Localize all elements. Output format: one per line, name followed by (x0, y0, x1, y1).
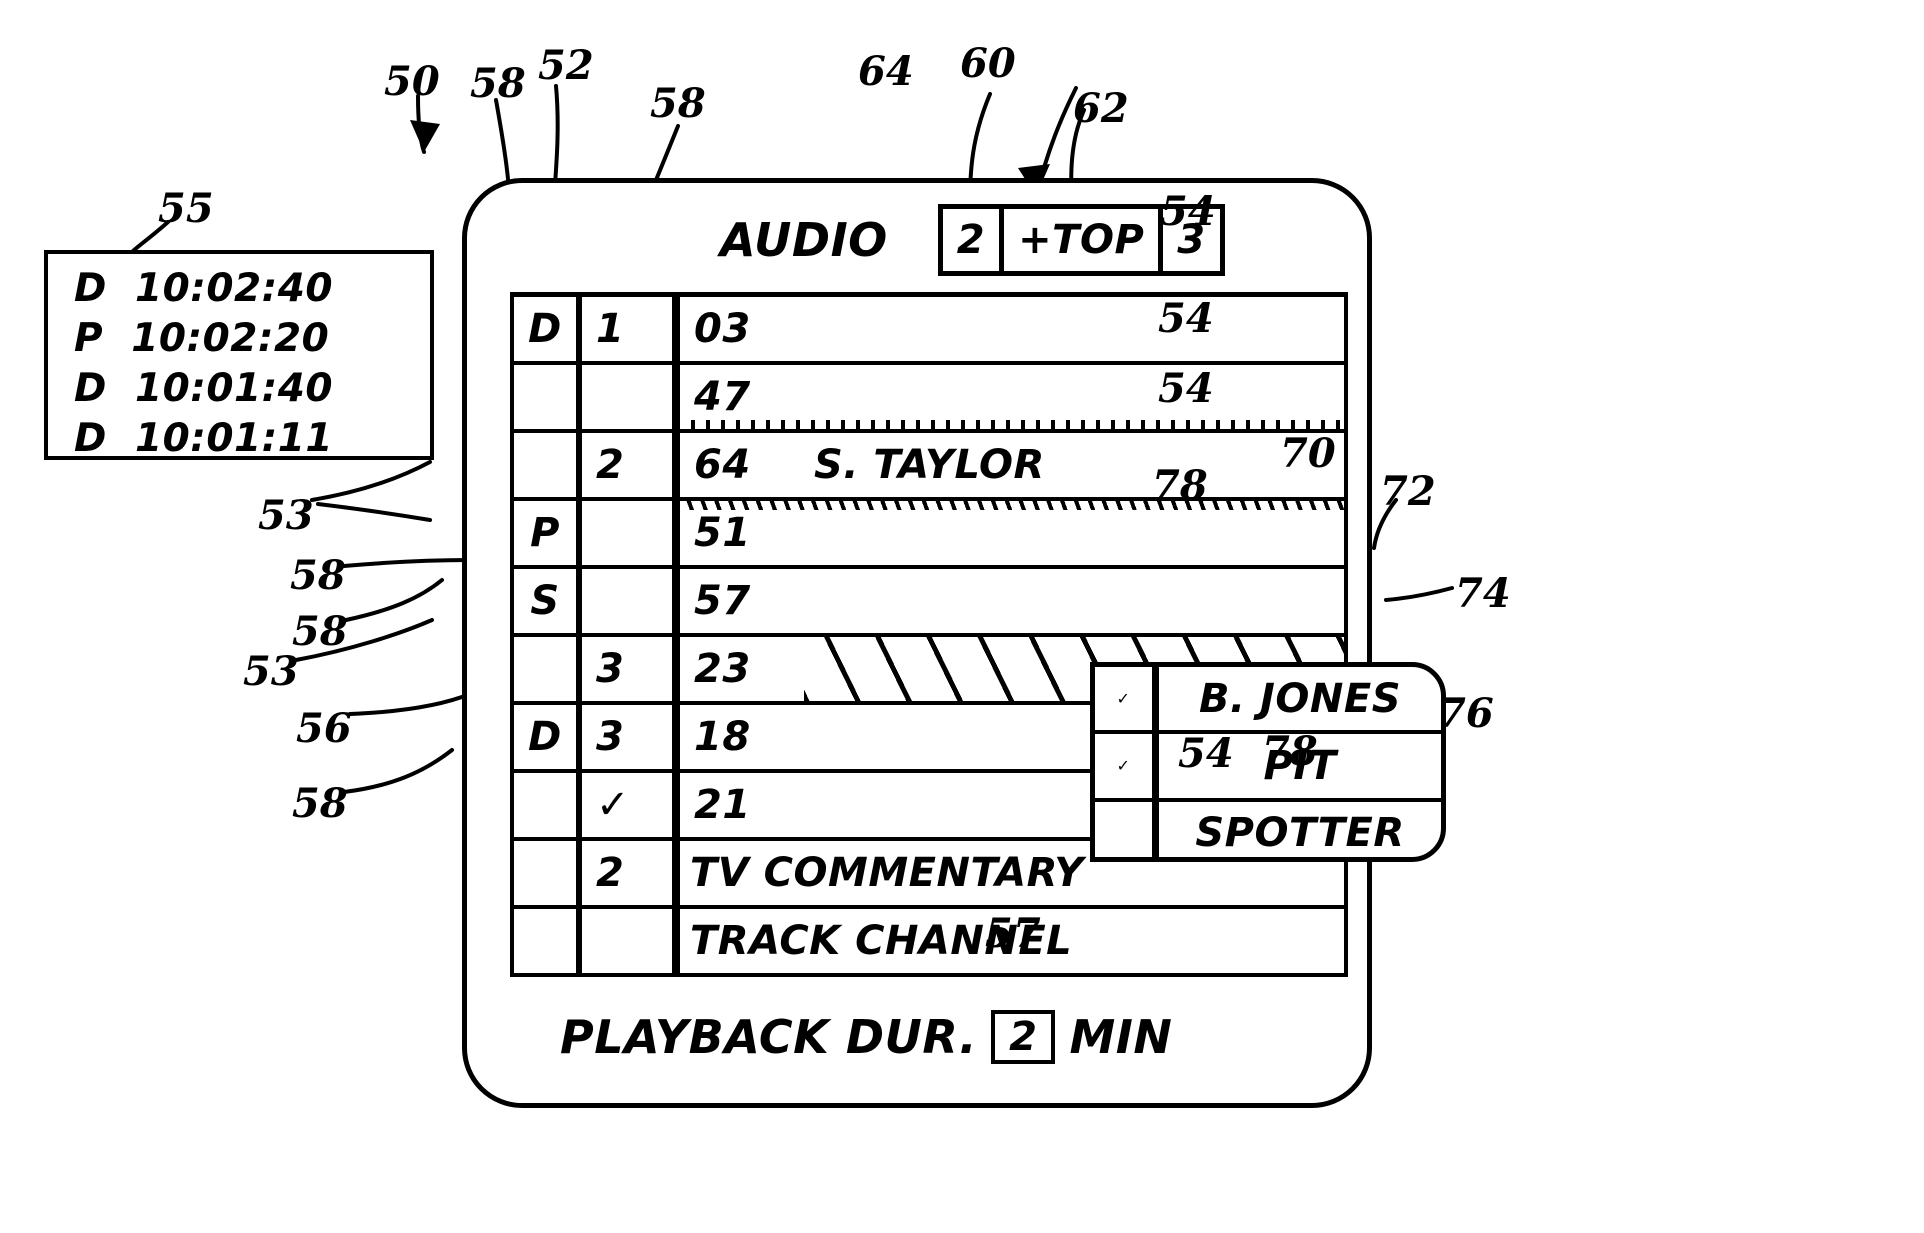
row-channel[interactable]: 57 (680, 569, 804, 633)
reference-numeral-53: 53 (258, 492, 314, 539)
reference-numeral-54: 54 (1178, 730, 1234, 777)
counter-top-label[interactable]: +TOP (999, 209, 1158, 271)
timestamp-log-box: D 10:02:40 P 10:02:20 D 10:01:40 D 10:01… (44, 250, 434, 461)
blink-highlight[interactable]: 64 S. TAYLOR (676, 420, 1344, 510)
reference-numeral-78: 78 (1262, 728, 1318, 775)
panel-label-spotter[interactable]: SPOTTER (1159, 802, 1441, 865)
row-number[interactable]: 2 (582, 433, 676, 497)
panel-row-b-jones[interactable]: B. JONES (1159, 667, 1441, 735)
row-flag (514, 909, 582, 973)
row-channel[interactable]: 51 (680, 501, 804, 565)
timestamp-line: D 10:01:11 (74, 416, 334, 461)
reference-numeral-54: 54 (1160, 188, 1216, 235)
reference-numeral-78: 78 (1152, 462, 1208, 509)
panel-check-column[interactable]: ✓ ✓ (1090, 662, 1156, 862)
reference-numeral-76: 76 (1438, 690, 1494, 737)
reference-numeral-58: 58 (292, 608, 348, 655)
row-name[interactable] (804, 569, 1344, 633)
row-number[interactable]: 3 (582, 705, 676, 769)
audio-channel-table[interactable]: D 1 03 47 2 64 S. TAYLOR P 51 S 57 3 23 … (510, 292, 1348, 977)
row-channel[interactable]: 23 (680, 637, 804, 701)
table-row[interactable]: P 51 (514, 501, 1344, 569)
row-number[interactable]: 1 (582, 297, 676, 361)
reference-numeral-58: 58 (290, 552, 346, 599)
playback-duration-value[interactable]: 2 (991, 1010, 1056, 1064)
checkbox-spotter[interactable] (1095, 802, 1152, 865)
row-channel[interactable]: 18 (680, 705, 804, 769)
reference-numeral-52: 52 (538, 42, 594, 89)
row-number[interactable] (582, 501, 676, 565)
reference-numeral-57: 57 (985, 910, 1041, 957)
reference-numeral-56: 56 (296, 705, 352, 752)
reference-numeral-72: 72 (1380, 468, 1436, 515)
row-name[interactable] (804, 501, 1344, 565)
row-number[interactable] (582, 909, 676, 973)
timestamp-line: D 10:01:40 (74, 366, 334, 411)
panel-row-spotter[interactable]: SPOTTER (1159, 802, 1441, 865)
audio-header: AUDIO 2 +TOP 3 (470, 188, 1370, 292)
row-number[interactable] (582, 365, 676, 429)
reference-numeral-58: 58 (650, 80, 706, 127)
reference-numeral-62: 62 (1073, 85, 1129, 132)
table-row[interactable]: TRACK CHANNEL (514, 909, 1344, 973)
reference-numeral-64: 64 (858, 48, 914, 95)
reference-numeral-54: 54 (1158, 295, 1214, 342)
row-flag: S (514, 569, 582, 633)
checkbox-b-jones[interactable]: ✓ (1095, 667, 1152, 735)
table-row-blinking[interactable]: 2 64 S. TAYLOR (514, 420, 1344, 510)
check-icon[interactable]: ✓ (582, 773, 676, 837)
playback-duration-bar[interactable]: PLAYBACK DUR. 2 MIN (560, 1010, 1172, 1064)
playback-duration-unit: MIN (1069, 1010, 1173, 1064)
row-channel[interactable]: 64 (680, 433, 804, 497)
row-flag (514, 365, 582, 429)
row-name[interactable]: S. TAYLOR (804, 433, 1344, 497)
row-flag: P (514, 501, 582, 565)
reference-numeral-70: 70 (1280, 430, 1336, 477)
reference-numeral-55: 55 (158, 185, 214, 232)
row-channel[interactable]: 21 (680, 773, 804, 837)
row-flag (514, 773, 582, 837)
row-name[interactable] (804, 297, 1344, 361)
page-title: AUDIO (720, 213, 888, 267)
checkbox-pit[interactable]: ✓ (1095, 734, 1152, 802)
playback-duration-label: PLAYBACK DUR. (560, 1010, 978, 1064)
row-number[interactable]: 3 (582, 637, 676, 701)
row-flag (514, 841, 582, 905)
panel-label-b-jones[interactable]: B. JONES (1159, 667, 1441, 730)
row-number[interactable]: 2 (582, 841, 676, 905)
timestamp-line: D 10:02:40 (74, 266, 334, 311)
reference-numeral-74: 74 (1455, 570, 1511, 617)
table-row[interactable]: D 1 03 (514, 297, 1344, 365)
table-row[interactable]: S 57 (514, 569, 1344, 637)
counter-left-value[interactable]: 2 (943, 209, 999, 271)
reference-numeral-53: 53 (243, 648, 299, 695)
reference-numeral-50: 50 (384, 58, 440, 105)
row-flag (514, 433, 582, 497)
row-flag (514, 637, 582, 701)
row-channel[interactable]: 03 (680, 297, 804, 361)
reference-numeral-58: 58 (470, 60, 526, 107)
reference-numeral-60: 60 (960, 40, 1016, 87)
row-flag: D (514, 705, 582, 769)
reference-numeral-54: 54 (1158, 365, 1214, 412)
timestamp-line: P 10:02:20 (74, 316, 330, 361)
reference-numeral-58: 58 (292, 780, 348, 827)
row-number[interactable] (582, 569, 676, 633)
row-flag: D (514, 297, 582, 361)
